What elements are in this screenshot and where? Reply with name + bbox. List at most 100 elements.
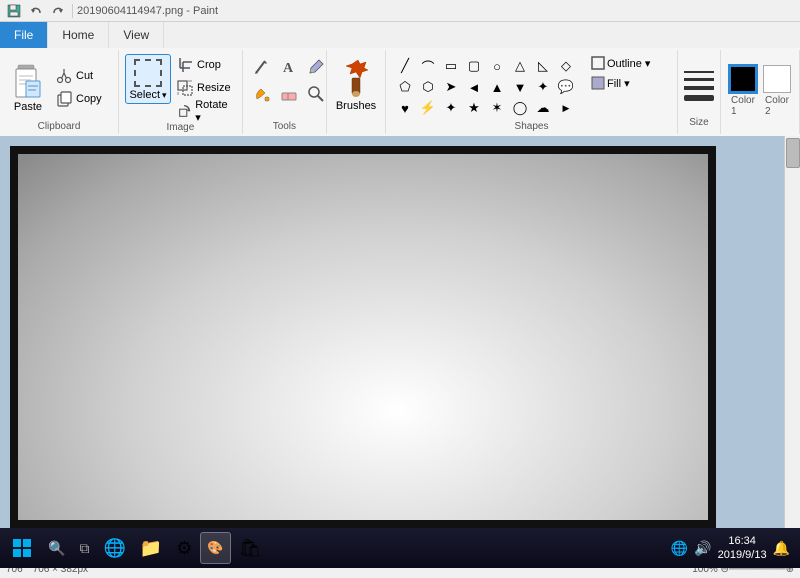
size-2px[interactable] <box>684 78 714 81</box>
canvas-area <box>0 136 800 560</box>
tab-view[interactable]: View <box>109 22 164 48</box>
canvas-container[interactable] <box>10 146 782 542</box>
ribbon-panel: Paste Cut <box>0 48 800 136</box>
crop-label: Crop <box>197 59 221 71</box>
redo-quick-btn[interactable] <box>48 2 68 20</box>
quick-access-toolbar: 20190604114947.png - Paint <box>0 0 800 22</box>
cut-label: Cut <box>76 70 93 82</box>
copy-label: Copy <box>76 93 102 105</box>
colors-group: Color1 Color2 <box>721 50 800 134</box>
brushes-group: Brushes <box>327 50 386 134</box>
clipboard-group: Paste Cut <box>0 50 119 134</box>
network-icon[interactable]: 🌐 <box>671 540 688 557</box>
select-icon <box>134 59 162 87</box>
tab-file[interactable]: File <box>0 22 48 48</box>
image-buttons: Crop Resize <box>173 54 236 122</box>
tools-label: Tools <box>273 121 296 134</box>
shapes-label: Shapes <box>515 121 549 134</box>
callout-shape[interactable]: 💬 <box>555 77 577 97</box>
scissors-icon <box>56 68 72 84</box>
rect-shape[interactable]: ▭ <box>440 56 462 76</box>
crop-button[interactable]: Crop <box>173 54 236 76</box>
cut-button[interactable]: Cut <box>52 65 112 87</box>
rotate-button[interactable]: Rotate ▾ <box>173 100 236 122</box>
ribbon-tab-bar: File Home View <box>0 22 800 48</box>
pencil-tool[interactable] <box>249 54 275 80</box>
more-shapes[interactable]: ▶ <box>555 98 577 118</box>
tab-home[interactable]: Home <box>48 22 109 48</box>
rotate-icon <box>177 103 191 119</box>
star4-shape[interactable]: ✦ <box>440 98 462 118</box>
resize-button[interactable]: Resize <box>173 77 236 99</box>
start-button[interactable] <box>4 532 40 564</box>
hexagon-shape[interactable]: ⬡ <box>417 77 439 97</box>
left-arrow-shape[interactable]: ◄ <box>463 77 485 97</box>
taskbar: 🔍 ⧉ 🌐 📁 ⚙ 🎨 🛍 🌐 🔊 16:34 2019/9/13 🔔 <box>0 528 800 568</box>
vertical-scrollbar[interactable] <box>784 136 800 542</box>
star5-shape[interactable]: ★ <box>463 98 485 118</box>
title-display: 20190604114947.png - Paint <box>77 5 218 17</box>
color-picker-tool[interactable] <box>303 54 329 80</box>
text-tool[interactable]: A <box>276 54 302 80</box>
image-label: Image <box>166 122 194 135</box>
fill-icon <box>591 76 605 90</box>
color2-swatch[interactable] <box>763 65 791 93</box>
4way-arrow-shape[interactable]: ✦ <box>532 77 554 97</box>
pentagon-shape[interactable]: ⬠ <box>394 77 416 97</box>
down-arrow-shape[interactable]: ▼ <box>509 77 531 97</box>
save-quick-btn[interactable] <box>4 2 24 20</box>
size-3px[interactable] <box>684 86 714 90</box>
select-dropdown-arrow[interactable]: ▾ <box>162 90 167 101</box>
cloud-shape[interactable]: ☁ <box>532 98 554 118</box>
right-arrow-shape[interactable]: ➤ <box>440 77 462 97</box>
color1-swatch[interactable] <box>729 65 757 93</box>
brushes-button[interactable]: Brushes <box>333 54 379 116</box>
size-label: Size <box>689 117 708 130</box>
explorer-taskbar-btn[interactable]: 📁 <box>134 532 168 564</box>
color1-group: Color1 <box>729 65 757 117</box>
copy-button[interactable]: Copy <box>52 88 112 110</box>
fill-tool[interactable] <box>249 81 275 107</box>
volume-icon[interactable]: 🔊 <box>694 540 711 557</box>
windows-logo-icon <box>12 538 32 558</box>
rounded-rect-shape[interactable]: ▢ <box>463 56 485 76</box>
notification-icon[interactable]: 🔔 <box>773 540 790 557</box>
right-triangle-shape[interactable]: ◺ <box>532 56 554 76</box>
select-button[interactable]: Select ▾ <box>125 54 171 104</box>
store-taskbar-btn[interactable]: 🛍 <box>233 532 268 564</box>
select-label: Select <box>129 89 160 101</box>
lightning-shape[interactable]: ⚡ <box>417 98 439 118</box>
undo-quick-btn[interactable] <box>26 2 46 20</box>
vscroll-thumb[interactable] <box>786 138 800 168</box>
ellipse-shape[interactable]: ○ <box>486 56 508 76</box>
oval-callout-shape[interactable]: ◯ <box>509 98 531 118</box>
magnify-tool[interactable] <box>303 81 329 107</box>
size-1px[interactable] <box>684 71 714 73</box>
resize-icon <box>177 80 193 96</box>
search-taskbar-btn[interactable]: 🔍 <box>42 532 71 564</box>
toolbar-separator <box>72 4 73 18</box>
heart-shape[interactable]: ♥ <box>394 98 416 118</box>
paint-canvas[interactable] <box>10 146 716 528</box>
clipboard-label: Clipboard <box>38 121 81 134</box>
diagonal-line-shape[interactable]: ╱ <box>394 56 416 76</box>
copy-icon <box>56 91 72 107</box>
system-clock[interactable]: 16:34 2019/9/13 <box>718 534 767 563</box>
shapes-grid: ╱ ⌒ ▭ ▢ ○ △ ◺ ◇ ⬠ ⬡ ➤ ◄ ▲ ▼ ✦ 💬 <box>392 54 579 120</box>
edge-taskbar-btn[interactable]: 🌐 <box>97 532 131 564</box>
triangle-shape[interactable]: △ <box>509 56 531 76</box>
chrome-taskbar-btn[interactable]: ⚙ <box>170 532 198 564</box>
diamond-shape[interactable]: ◇ <box>555 56 577 76</box>
clock-time: 16:34 <box>728 534 756 548</box>
task-view-btn[interactable]: ⧉ <box>73 532 95 564</box>
outline-button[interactable]: Outline ▾ <box>587 54 667 72</box>
paste-button[interactable]: Paste <box>6 59 50 117</box>
fill-shape-button[interactable]: Fill ▾ <box>587 74 667 92</box>
up-arrow-shape[interactable]: ▲ <box>486 77 508 97</box>
star6-shape[interactable]: ✶ <box>486 98 508 118</box>
brushes-label: Brushes <box>336 100 376 112</box>
eraser-tool[interactable] <box>276 81 302 107</box>
curve-shape[interactable]: ⌒ <box>417 56 439 76</box>
paint-taskbar-btn[interactable]: 🎨 <box>200 532 230 564</box>
size-4px[interactable] <box>684 95 714 101</box>
